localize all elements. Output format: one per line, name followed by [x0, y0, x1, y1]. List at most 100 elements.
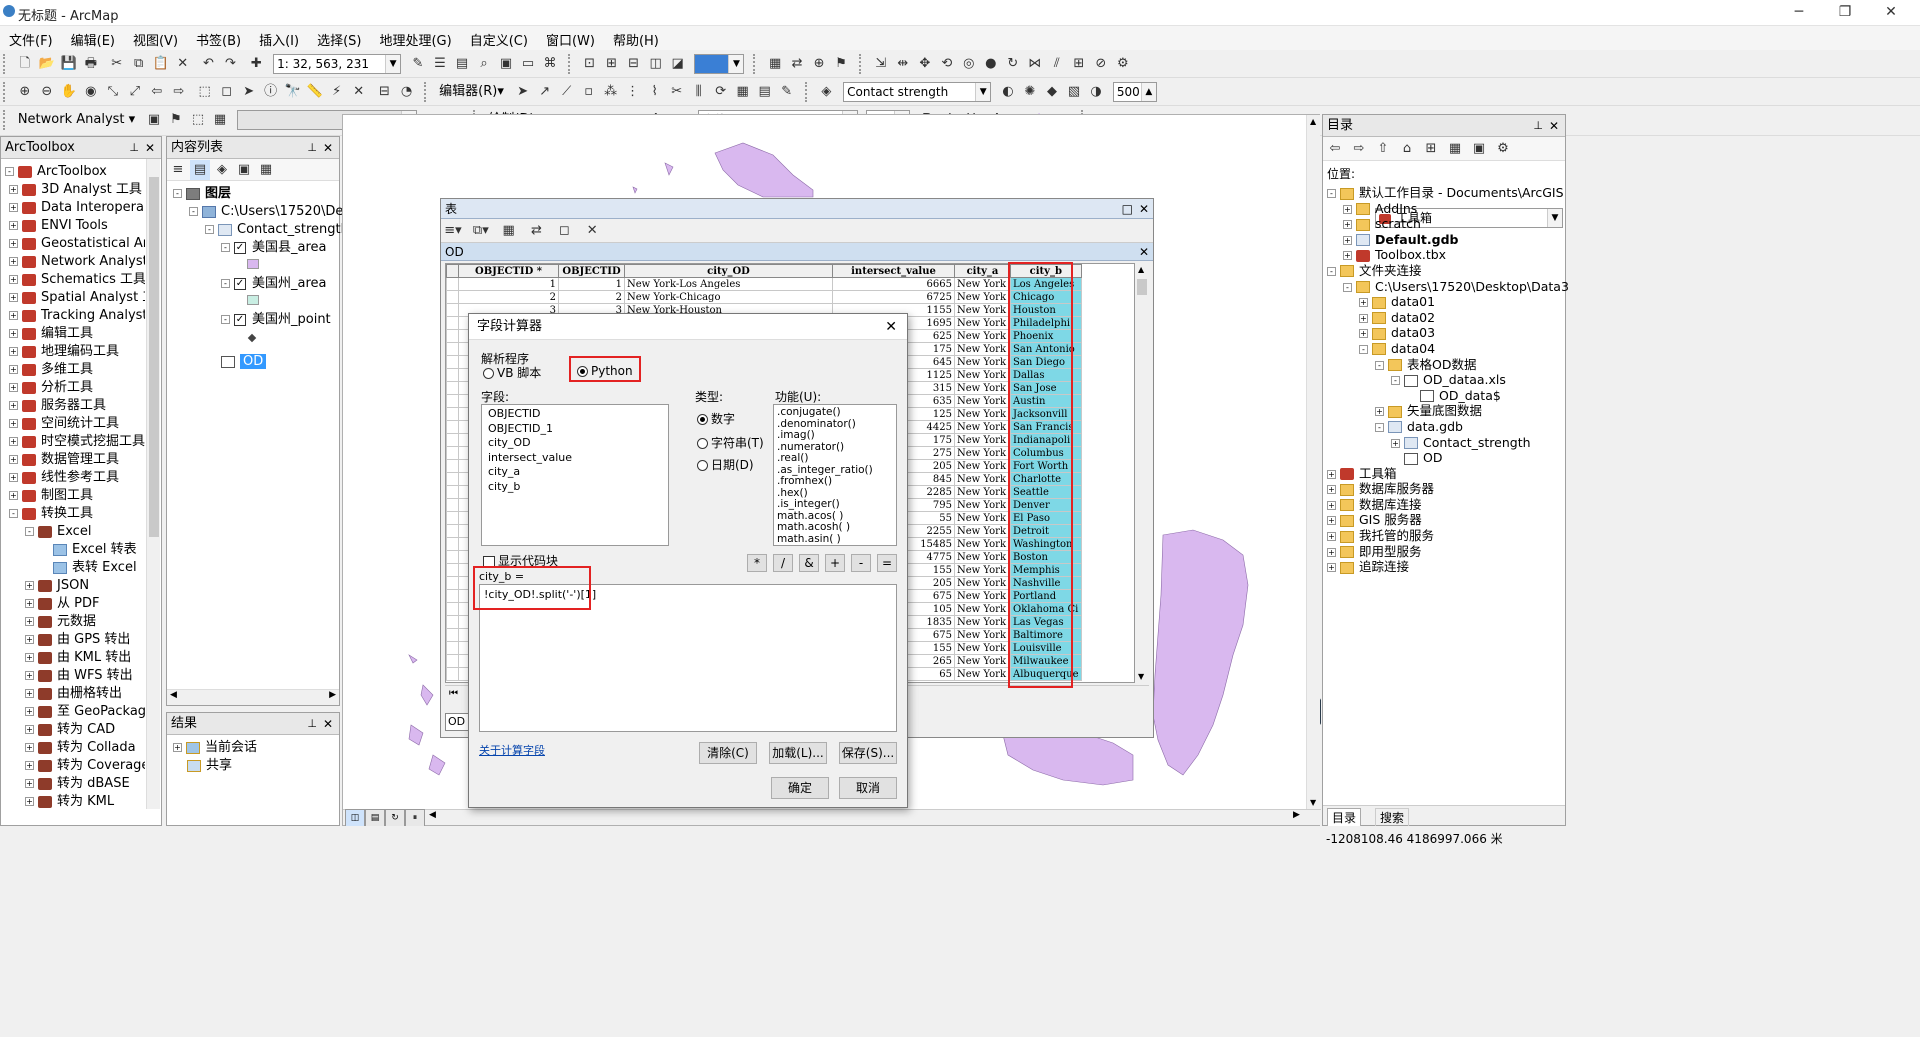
row-selector[interactable] — [446, 537, 459, 551]
table-cell[interactable]: New York — [954, 290, 1011, 304]
catalog-icon[interactable]: ▤ — [452, 54, 472, 74]
table-cell[interactable]: 2 — [558, 290, 625, 304]
table-cell[interactable]: New York — [954, 641, 1011, 655]
function-list-item[interactable]: .imag() — [777, 429, 893, 442]
create-features-icon[interactable]: ✎ — [777, 82, 797, 102]
field-list-item[interactable]: intersect_value — [488, 451, 662, 466]
row-selector[interactable] — [446, 407, 459, 421]
toolbox-item[interactable]: +Geostatistical Analyst 工具 — [5, 235, 145, 253]
toolbox-root[interactable]: - ArcToolbox — [5, 163, 145, 181]
rotate-icon[interactable]: ⟳ — [711, 82, 731, 102]
back-icon[interactable]: ⇦ — [1325, 139, 1345, 159]
table-cell[interactable]: New York — [954, 433, 1011, 447]
first-record-icon[interactable]: ⏮ — [449, 688, 458, 699]
catalog-tree-item[interactable]: + 矢量底图数据 — [1327, 403, 1565, 419]
toolset-item[interactable]: + JSON — [5, 577, 145, 595]
pause-drawing-icon[interactable]: ⏸ — [405, 809, 425, 827]
catalog-tree-item[interactable]: - OD_dataa.xls — [1327, 372, 1565, 388]
table-cell[interactable]: New York — [954, 459, 1011, 473]
list-by-source-icon[interactable]: ▤ — [190, 160, 210, 180]
zoom-in-icon[interactable]: ⊕ — [15, 82, 35, 102]
column-header[interactable]: OBJECTID — [558, 264, 625, 278]
close-tab-icon[interactable]: ✕ — [1139, 243, 1149, 261]
toolset-item[interactable]: + 转为 dBASE — [5, 775, 145, 793]
table-cell[interactable]: New York — [954, 524, 1011, 538]
row-selector[interactable] — [446, 329, 459, 343]
toolset-item[interactable]: + 转为 KML — [5, 793, 145, 811]
toc-hscrollbar[interactable]: ◀ ▶ — [167, 689, 339, 705]
row-selector-header[interactable] — [446, 264, 459, 278]
layer-checkbox[interactable]: ✓ — [234, 277, 246, 290]
catalog-tree-item[interactable]: + 工具箱 — [1327, 466, 1565, 482]
row-selector[interactable] — [446, 433, 459, 447]
function-list-item[interactable]: .is_integer() — [777, 498, 893, 511]
row-selector[interactable] — [446, 628, 459, 642]
undo-icon[interactable]: ↶ — [198, 54, 218, 74]
arctoolbox-icon[interactable]: ▣ — [496, 54, 516, 74]
toolbox-item[interactable]: +Spatial Analyst 工具 — [5, 289, 145, 307]
close-icon[interactable]: ✕ — [885, 314, 897, 340]
row-selector[interactable] — [446, 602, 459, 616]
function-list-item[interactable]: .real() — [777, 452, 893, 465]
xy-icon[interactable]: ✕ — [349, 82, 369, 102]
delete-selected-icon[interactable]: ✕ — [582, 221, 602, 241]
zoom-out-icon[interactable]: ⊖ — [37, 82, 57, 102]
row-selector[interactable] — [446, 303, 459, 317]
paste-icon[interactable]: 📋 — [151, 54, 171, 74]
flag-icon[interactable]: ⚑ — [831, 54, 851, 74]
table-cell[interactable]: New York — [954, 368, 1011, 382]
table-cell[interactable]: New York — [954, 589, 1011, 603]
row-selector[interactable] — [446, 368, 459, 382]
row-selector[interactable] — [446, 498, 459, 512]
menu-bookmarks[interactable]: 书签(B) — [187, 26, 250, 53]
table-cell[interactable]: New York — [954, 498, 1011, 512]
na-select-icon[interactable]: ⬚ — [188, 110, 208, 130]
row-selector[interactable] — [446, 511, 459, 525]
snap-icon[interactable]: ⊡ — [580, 54, 600, 74]
table-cell[interactable]: 2 — [458, 290, 559, 304]
up-one-level-icon[interactable]: ⇧ — [1373, 139, 1393, 159]
layout-view-icon[interactable]: ▤ — [365, 809, 385, 827]
catalog-tree-item[interactable]: + data02 — [1327, 310, 1565, 326]
table-cell[interactable]: New York — [954, 602, 1011, 616]
fixed-zoom-in-icon[interactable]: ⤡ — [103, 82, 123, 102]
back-icon[interactable]: ⇦ — [147, 82, 167, 102]
viewer-icon[interactable]: ⊟ — [374, 82, 394, 102]
select-features-icon[interactable]: ⬚ — [195, 82, 215, 102]
catalog-tree-item[interactable]: - 表格OD数据 — [1327, 357, 1565, 373]
field-list-item[interactable]: city_a — [488, 465, 662, 480]
home-icon[interactable]: ⌂ — [1397, 139, 1417, 159]
table-cell[interactable]: New York — [954, 277, 1011, 291]
layer-checkbox[interactable]: ✓ — [234, 313, 246, 326]
hyperlink-icon[interactable]: ⚡ — [327, 82, 347, 102]
catalog-tree-item[interactable]: OD — [1327, 450, 1565, 466]
table-cell[interactable]: 6725 — [832, 290, 955, 304]
menu-customize[interactable]: 自定义(C) — [461, 26, 537, 53]
table-cell[interactable]: New York — [954, 667, 1011, 681]
arctoolbox-tree[interactable]: - ArcToolbox +3D Analyst 工具 + Data Interoper… — [5, 163, 145, 811]
row-selector[interactable] — [446, 355, 459, 369]
layer-state-area[interactable]: - ✓ 美国州_area — [173, 275, 339, 293]
function-list-item[interactable]: math.asin( ) — [777, 533, 893, 546]
clear-table-selection-icon[interactable]: ◻ — [554, 221, 574, 241]
menu-geoprocessing[interactable]: 地理处理(G) — [370, 26, 460, 53]
select-elements-icon[interactable]: ➤ — [239, 82, 259, 102]
table-bottom-tab[interactable]: OD — [445, 713, 469, 731]
pin-icon[interactable]: ⊥ — [307, 137, 317, 159]
table-cell[interactable]: New York — [954, 342, 1011, 356]
catalog-tree[interactable]: - 默认工作目录 - Documents\ArcGIS + AddIns + scratc… — [1327, 185, 1569, 575]
catalog-tree-item[interactable]: + scratch — [1327, 216, 1565, 232]
type-string-radio[interactable]: 字符串(T) — [697, 434, 764, 451]
merge-icon[interactable]: ⊞ — [1069, 54, 1089, 74]
table-cell[interactable]: New York — [954, 472, 1011, 486]
toolset-item[interactable]: + 转为 CAD — [5, 721, 145, 739]
fields-list[interactable]: OBJECTID OBJECTID_1 city_OD intersect_value… — [481, 404, 669, 546]
toolset-item[interactable]: + 转为 Coverage — [5, 757, 145, 775]
frame-icon[interactable]: ◫ — [646, 54, 666, 74]
edit-tool-icon[interactable]: ➤ — [513, 82, 533, 102]
row-selector[interactable] — [446, 446, 459, 460]
table-cell[interactable]: New York — [954, 550, 1011, 564]
list-by-selection-icon[interactable]: ▣ — [234, 160, 254, 180]
forward-icon[interactable]: ⇨ — [1349, 139, 1369, 159]
row-selector[interactable] — [446, 342, 459, 356]
